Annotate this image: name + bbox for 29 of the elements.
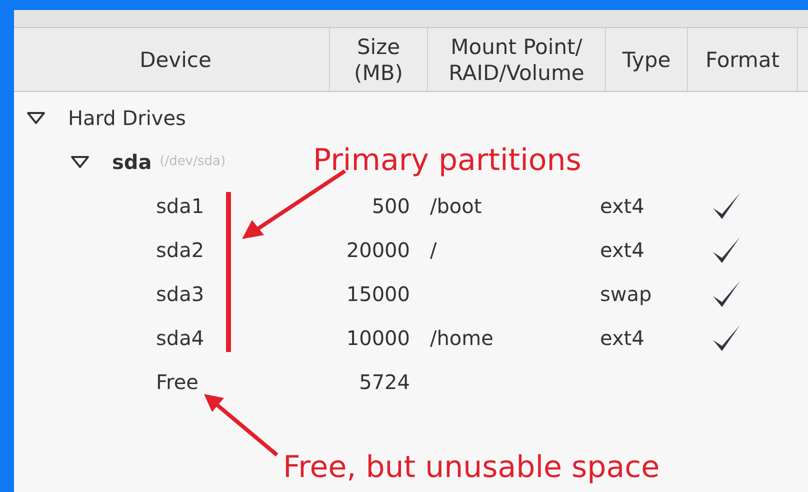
- size-text: 10000: [346, 326, 410, 350]
- device-name: sda1: [156, 193, 204, 220]
- expander-icon[interactable]: [26, 111, 46, 125]
- device-name: sda3: [156, 281, 204, 308]
- size-text: 20000: [346, 238, 410, 262]
- mount-point-text: /: [430, 238, 437, 262]
- mount-point-text: /home: [430, 326, 494, 350]
- column-header[interactable]: Type: [606, 28, 688, 91]
- column-header[interactable]: Device: [22, 28, 330, 91]
- column-header[interactable]: Mount Point/ RAID/Volume: [428, 28, 606, 91]
- type-text: ext4: [600, 194, 644, 218]
- size-text: 15000: [346, 282, 410, 306]
- mount-point-text: /boot: [430, 194, 482, 218]
- size-text: 500: [372, 194, 410, 218]
- column-header[interactable]: Format: [688, 28, 798, 91]
- callout-label: Free, but unusable space: [283, 449, 660, 487]
- type-text: ext4: [600, 326, 644, 350]
- size-text: 5724: [359, 370, 410, 394]
- device-path: (/dev/sda): [160, 153, 226, 172]
- device-name: sda: [112, 149, 152, 176]
- type-text: ext4: [600, 238, 644, 262]
- type-text: swap: [600, 282, 652, 306]
- expander-icon[interactable]: [70, 155, 90, 169]
- device-name: Free: [156, 369, 198, 396]
- device-name: sda4: [156, 325, 204, 352]
- device-name: sda2: [156, 237, 204, 264]
- callout-label: Primary partitions: [313, 142, 582, 180]
- device-name: Hard Drives: [68, 105, 186, 132]
- column-header[interactable]: Size (MB): [330, 28, 428, 91]
